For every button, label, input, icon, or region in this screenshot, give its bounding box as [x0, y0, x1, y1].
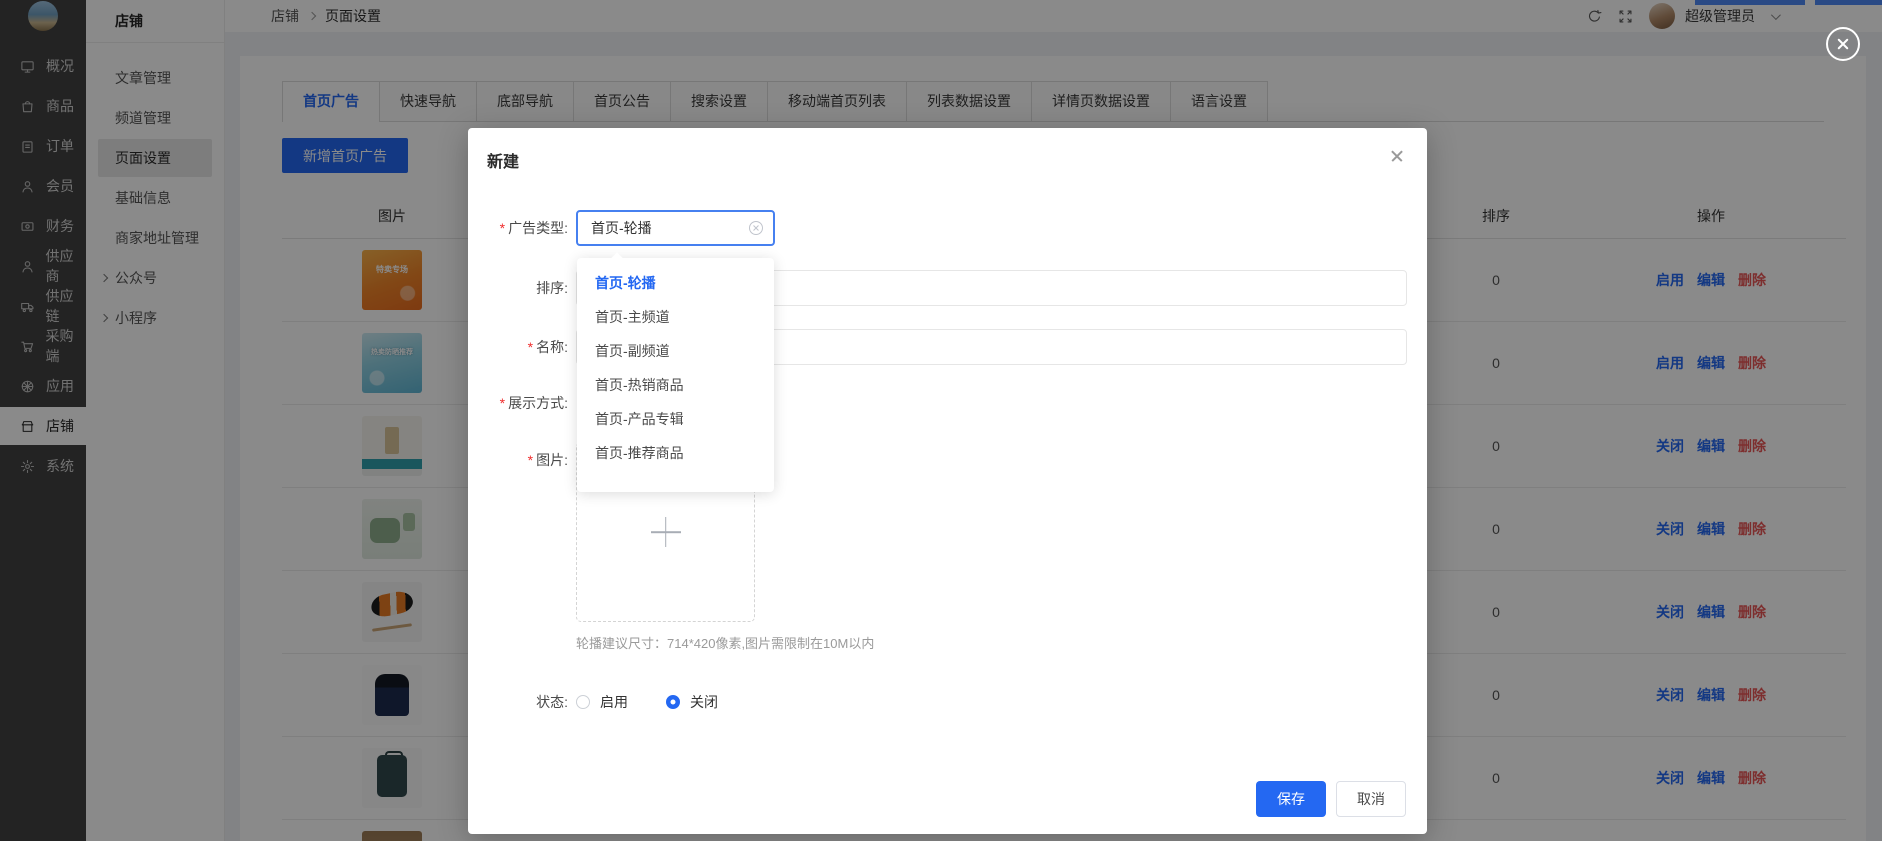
form-row-ad-type: *广告类型: 首页-轮播 [468, 210, 1427, 246]
close-icon [1836, 37, 1850, 51]
dropdown-option-product-album[interactable]: 首页-产品专辑 [577, 402, 774, 436]
save-button[interactable]: 保存 [1256, 781, 1326, 817]
status-radio-group: 启用 关闭 [576, 684, 746, 720]
page-settings-screen: 概况 商品 订单 会员 财务 供应商 [0, 0, 1882, 841]
ad-type-select[interactable]: 首页-轮播 [576, 210, 775, 246]
radio-enable-label[interactable]: 启用 [600, 692, 628, 712]
image-size-hint: 轮播建议尺寸：714*420像素,图片需限制在10M以内 [576, 633, 874, 652]
radio-enable[interactable] [576, 695, 590, 709]
ad-type-label: *广告类型: [468, 210, 568, 246]
screen-close-button[interactable] [1826, 27, 1860, 61]
modal-title: 新建 [487, 148, 519, 172]
modal-close-icon[interactable] [1389, 148, 1405, 164]
ad-type-selected-value: 首页-轮播 [591, 218, 749, 238]
sort-label: 排序: [468, 270, 568, 306]
display-mode-label: *展示方式: [468, 385, 568, 421]
image-label: *图片: [468, 442, 568, 478]
dropdown-option-carousel[interactable]: 首页-轮播 [577, 266, 774, 300]
dropdown-option-hot-goods[interactable]: 首页-热销商品 [577, 368, 774, 402]
radio-close-label[interactable]: 关闭 [690, 692, 718, 712]
required-asterisk: * [500, 395, 505, 411]
name-label: *名称: [468, 329, 568, 365]
clear-circle-icon[interactable] [749, 221, 763, 235]
ad-type-dropdown: 首页-轮播 首页-主频道 首页-副频道 首页-热销商品 首页-产品专辑 首页-推… [577, 258, 774, 492]
radio-close[interactable] [666, 695, 680, 709]
dropdown-option-main-channel[interactable]: 首页-主频道 [577, 300, 774, 334]
required-asterisk: * [528, 452, 533, 468]
dropdown-option-sub-channel[interactable]: 首页-副频道 [577, 334, 774, 368]
status-label: 状态: [468, 684, 568, 720]
dropdown-option-recommended-goods[interactable]: 首页-推荐商品 [577, 436, 774, 470]
plus-icon [651, 517, 681, 547]
required-asterisk: * [528, 339, 533, 355]
cancel-button[interactable]: 取消 [1336, 781, 1406, 817]
required-asterisk: * [500, 220, 505, 236]
